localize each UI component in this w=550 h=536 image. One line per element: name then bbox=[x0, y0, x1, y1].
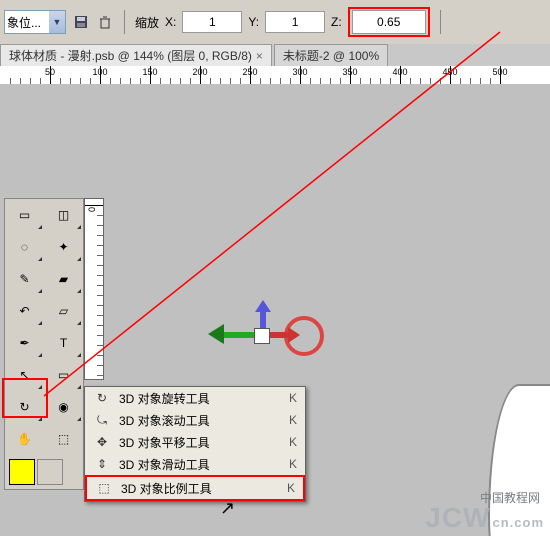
axis-x-handle-icon[interactable] bbox=[198, 324, 224, 344]
3d-orbit-icon: ◉ bbox=[58, 400, 68, 414]
flyout-item-4[interactable]: ⬚ 3D 对象比例工具 K bbox=[85, 475, 305, 501]
swatch-tool[interactable]: ⬚ bbox=[44, 423, 83, 455]
flyout-item-2[interactable]: ✥ 3D 对象平移工具 K bbox=[85, 431, 305, 453]
flyout-item-icon: ↻ bbox=[93, 391, 111, 405]
flyout-item-icon: ✥ bbox=[93, 435, 111, 449]
z-highlight bbox=[348, 7, 430, 37]
brush-icon: ✎ bbox=[19, 272, 29, 286]
flyout-item-label: 3D 对象平移工具 bbox=[119, 434, 281, 451]
hand-tool[interactable]: ✋ bbox=[5, 423, 44, 455]
flyout-item-label: 3D 对象比例工具 bbox=[121, 480, 279, 497]
y-label: Y: bbox=[248, 15, 259, 29]
flyout-item-icon: ⤿ bbox=[93, 413, 111, 428]
flyout-item-label: 3D 对象滚动工具 bbox=[119, 412, 281, 429]
pen-tool[interactable]: ✒ bbox=[5, 327, 44, 359]
3d-rotate-icon: ↻ bbox=[19, 400, 29, 414]
unit-dropdown[interactable]: ▼ bbox=[4, 10, 66, 34]
document-tab-active[interactable]: 球体材质 - 漫射.psb @ 144% (图层 0, RGB/8) × bbox=[0, 44, 272, 66]
flyout-item-label: 3D 对象旋转工具 bbox=[119, 390, 281, 407]
save-icon[interactable] bbox=[72, 13, 90, 31]
close-icon[interactable]: × bbox=[256, 49, 263, 63]
separator bbox=[124, 10, 125, 34]
unit-dropdown-text[interactable] bbox=[5, 15, 49, 29]
path-select-tool[interactable]: ↖ bbox=[5, 359, 44, 391]
stamp-icon: ▰ bbox=[59, 272, 68, 286]
swatch-row bbox=[5, 455, 83, 489]
type-icon: T bbox=[60, 336, 67, 350]
history-brush-icon: ↶ bbox=[19, 304, 29, 318]
flyout-item-label: 3D 对象滑动工具 bbox=[119, 456, 281, 473]
document-tab[interactable]: 未标题-2 @ 100% bbox=[274, 44, 388, 66]
slice-tool[interactable]: ▭ bbox=[5, 199, 44, 231]
ruler-horizontal[interactable]: 50100150200250300350400450500 bbox=[0, 66, 550, 85]
flyout-item-key: K bbox=[289, 413, 297, 427]
tab-label: 未标题-2 @ 100% bbox=[283, 47, 379, 64]
flyout-item-key: K bbox=[289, 435, 297, 449]
tools-panel: ▭ ◫ ◌ ✦ ✎ ▰ ↶ ▱ ✒ T ↖ ▭ ↻ ◉ ✋ ⬚ bbox=[4, 198, 84, 490]
3d-rotate-tool[interactable]: ↻ bbox=[5, 391, 44, 423]
flyout-item-icon: ⬚ bbox=[95, 481, 113, 495]
foreground-swatch[interactable] bbox=[9, 459, 35, 485]
redeye-tool[interactable]: ✦ bbox=[44, 231, 83, 263]
background-swatch[interactable] bbox=[37, 459, 63, 485]
flyout-item-key: K bbox=[287, 481, 295, 495]
history-brush-tool[interactable]: ↶ bbox=[5, 295, 44, 327]
pen-icon: ✒ bbox=[19, 336, 29, 350]
flyout-item-key: K bbox=[289, 391, 297, 405]
watermark: JCW cn.com bbox=[425, 502, 544, 534]
shape-tool[interactable]: ▭ bbox=[44, 359, 83, 391]
flyout-item-icon: ⇕ bbox=[93, 457, 111, 471]
scale-label: 缩放 bbox=[135, 14, 159, 31]
chevron-down-icon[interactable]: ▼ bbox=[49, 11, 65, 33]
gizmo-3d[interactable] bbox=[180, 294, 340, 374]
y-input[interactable] bbox=[265, 11, 325, 33]
tab-label: 球体材质 - 漫射.psb @ 144% (图层 0, RGB/8) bbox=[9, 47, 252, 64]
brush-tool[interactable]: ✎ bbox=[5, 263, 44, 295]
hand-icon: ✋ bbox=[17, 432, 32, 446]
z-label: Z: bbox=[331, 15, 342, 29]
type-tool[interactable]: T bbox=[44, 327, 83, 359]
document-tabs: 球体材质 - 漫射.psb @ 144% (图层 0, RGB/8) × 未标题… bbox=[0, 44, 550, 67]
axis-z-icon[interactable] bbox=[260, 304, 266, 330]
shape-icon: ▭ bbox=[58, 368, 69, 382]
options-bar: ▼ 缩放 X: Y: Z: bbox=[0, 0, 550, 45]
x-label: X: bbox=[165, 15, 176, 29]
trash-icon[interactable] bbox=[96, 13, 114, 31]
z-input[interactable] bbox=[352, 10, 426, 34]
watermark-small: cn.com bbox=[492, 515, 544, 530]
swatch-toggle-icon: ⬚ bbox=[58, 432, 69, 446]
eraser-icon: ▱ bbox=[59, 304, 68, 318]
path-select-icon: ↖ bbox=[19, 368, 29, 382]
flyout-item-key: K bbox=[289, 457, 297, 471]
watermark-big: JCW bbox=[425, 502, 490, 534]
gizmo-origin-icon[interactable] bbox=[254, 328, 270, 344]
redeye-icon: ✦ bbox=[58, 240, 68, 254]
eraser-tool[interactable]: ▱ bbox=[44, 295, 83, 327]
slice-select-tool[interactable]: ◫ bbox=[44, 199, 83, 231]
flyout-item-1[interactable]: ⤿ 3D 对象滚动工具 K bbox=[85, 409, 305, 431]
tool-flyout-menu: ↻ 3D 对象旋转工具 K ⤿ 3D 对象滚动工具 K ✥ 3D 对象平移工具 K ⇕ 3D 对象滑… bbox=[84, 386, 306, 502]
spot-heal-icon: ◌ bbox=[21, 240, 28, 254]
spot-heal-tool[interactable]: ◌ bbox=[5, 231, 44, 263]
stamp-tool[interactable]: ▰ bbox=[44, 263, 83, 295]
x-input[interactable] bbox=[182, 11, 242, 33]
flyout-item-0[interactable]: ↻ 3D 对象旋转工具 K bbox=[85, 387, 305, 409]
slice-icon: ▭ bbox=[19, 208, 30, 222]
axis-y-icon[interactable] bbox=[268, 332, 296, 338]
3d-orbit-tool[interactable]: ◉ bbox=[44, 391, 83, 423]
ruler-vertical[interactable]: 0 bbox=[84, 198, 104, 380]
slice-select-icon: ◫ bbox=[58, 208, 69, 222]
separator bbox=[440, 10, 441, 34]
flyout-item-3[interactable]: ⇕ 3D 对象滑动工具 K bbox=[85, 453, 305, 475]
